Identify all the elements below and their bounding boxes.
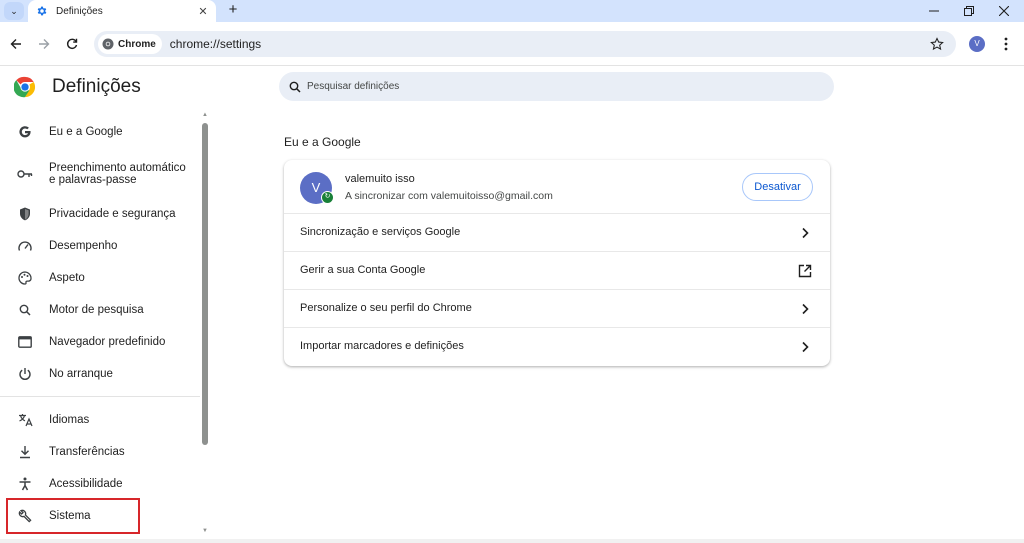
sidebar-item-label: Idiomas	[49, 414, 90, 426]
sidebar-item-label: Motor de pesquisa	[49, 304, 144, 316]
sidebar-item-label: Preenchimento automático e palavras-pass…	[49, 162, 186, 186]
close-icon	[999, 6, 1009, 16]
row-import-bookmarks[interactable]: Importar marcadores e definições	[284, 327, 830, 365]
scrollbar-thumb[interactable]	[202, 123, 208, 445]
reload-button[interactable]	[62, 34, 82, 54]
sidebar-item-default-browser[interactable]: Navegador predefinido	[0, 334, 200, 350]
url-text[interactable]: chrome://settings	[170, 37, 930, 51]
sidebar-item-label: Privacidade e segurança	[49, 208, 176, 220]
sidebar-item-label: No arranque	[49, 368, 113, 380]
scroll-down-arrow-icon[interactable]: ▼	[200, 528, 210, 536]
sidebar-item-label: Transferências	[49, 446, 125, 458]
chevron-right-icon	[802, 303, 809, 315]
site-info-chip[interactable]: Chrome	[98, 34, 162, 54]
tab-strip: ⌄ Definições ✕ +	[0, 0, 1024, 22]
sidebar-item-on-startup[interactable]: No arranque	[0, 366, 200, 382]
sidebar-item-label: Navegador predefinido	[49, 336, 166, 348]
download-icon	[17, 444, 33, 460]
search-icon	[289, 81, 301, 93]
row-customize-profile[interactable]: Personalize o seu perfil do Chrome	[284, 289, 830, 327]
tab-search-button[interactable]: ⌄	[4, 2, 24, 20]
sidebar-item-label: Eu e a Google	[49, 126, 123, 138]
power-icon	[17, 366, 33, 382]
section-title: Eu e a Google	[284, 135, 361, 149]
bottom-edge	[0, 539, 1024, 543]
row-label: Sincronização e serviços Google	[300, 226, 461, 238]
minimize-button[interactable]	[916, 0, 952, 22]
scroll-up-arrow-icon[interactable]: ▲	[200, 112, 210, 120]
browser-toolbar: Chrome chrome://settings V	[0, 22, 1024, 66]
account-row: V ↻ valemuito isso A sincronizar com val…	[284, 160, 830, 213]
chevron-right-icon	[802, 341, 809, 353]
chrome-logo-icon	[14, 76, 36, 98]
settings-header: Definições	[14, 76, 141, 98]
row-manage-account[interactable]: Gerir a sua Conta Google	[284, 251, 830, 289]
account-name: valemuito isso	[345, 173, 415, 185]
row-label: Importar marcadores e definições	[300, 340, 464, 352]
restore-button[interactable]	[951, 0, 987, 22]
reload-icon	[66, 38, 78, 49]
sidebar-item-autofill[interactable]: Preenchimento automático e palavras-pass…	[0, 154, 200, 194]
turn-off-sync-button[interactable]: Desativar	[742, 173, 813, 201]
google-g-icon	[17, 124, 33, 140]
back-button[interactable]	[6, 34, 26, 54]
restore-icon	[964, 6, 974, 16]
chip-label: Chrome	[118, 38, 156, 50]
palette-icon	[17, 270, 33, 286]
search-input[interactable]	[307, 81, 787, 92]
you-and-google-card: V ↻ valemuito isso A sincronizar com val…	[284, 160, 830, 366]
accessibility-icon	[17, 476, 33, 492]
key-icon	[17, 166, 33, 182]
speedometer-icon	[17, 238, 33, 254]
sidebar-item-you-and-google[interactable]: Eu e a Google	[0, 124, 200, 140]
arrow-right-icon	[39, 39, 50, 49]
sidebar-item-privacy[interactable]: Privacidade e segurança	[0, 206, 200, 222]
sidebar-item-label: Desempenho	[49, 240, 118, 252]
minimize-icon	[929, 10, 939, 12]
settings-search[interactable]	[279, 72, 834, 101]
arrow-left-icon	[10, 39, 21, 49]
sidebar-item-search-engine[interactable]: Motor de pesquisa	[0, 302, 200, 318]
settings-sidebar: Eu e a Google Preenchimento automático e…	[0, 112, 212, 543]
sidebar-divider	[0, 396, 200, 397]
highlight-box	[6, 498, 140, 534]
shield-icon	[17, 206, 33, 222]
kebab-menu-icon[interactable]	[1000, 36, 1012, 52]
sidebar-item-appearance[interactable]: Aspeto	[0, 270, 200, 286]
forward-button[interactable]	[34, 34, 54, 54]
profile-avatar[interactable]: V	[969, 36, 985, 52]
address-bar[interactable]: Chrome chrome://settings	[94, 31, 956, 57]
row-label: Personalize o seu perfil do Chrome	[300, 302, 472, 314]
sidebar-item-performance[interactable]: Desempenho	[0, 238, 200, 254]
chevron-right-icon	[802, 227, 809, 239]
sidebar-item-downloads[interactable]: Transferências	[0, 444, 200, 460]
browser-window-icon	[17, 334, 33, 350]
sync-status: A sincronizar com valemuitoisso@gmail.co…	[345, 190, 553, 202]
sidebar-item-accessibility[interactable]: Acessibilidade	[0, 476, 200, 492]
bookmark-star-icon[interactable]	[930, 37, 944, 51]
close-window-button[interactable]	[986, 0, 1022, 22]
sidebar-item-label: Acessibilidade	[49, 478, 123, 490]
tab-settings[interactable]: Definições ✕	[28, 0, 216, 22]
row-label: Gerir a sua Conta Google	[300, 264, 426, 276]
translate-icon	[17, 412, 33, 428]
chevron-down-icon: ⌄	[10, 5, 18, 16]
new-tab-button[interactable]: +	[224, 1, 242, 19]
sidebar-item-label: Aspeto	[49, 272, 85, 284]
gear-icon	[37, 6, 47, 16]
sync-icon: ↻	[321, 191, 334, 204]
open-in-new-icon	[798, 264, 812, 278]
tab-title: Definições	[56, 5, 103, 17]
search-icon	[17, 302, 33, 318]
sidebar-item-languages[interactable]: Idiomas	[0, 412, 200, 428]
chrome-logo-icon	[102, 38, 114, 50]
page-title: Definições	[52, 76, 141, 97]
close-tab-icon[interactable]: ✕	[196, 5, 210, 18]
row-sync-services[interactable]: Sincronização e serviços Google	[284, 213, 830, 251]
